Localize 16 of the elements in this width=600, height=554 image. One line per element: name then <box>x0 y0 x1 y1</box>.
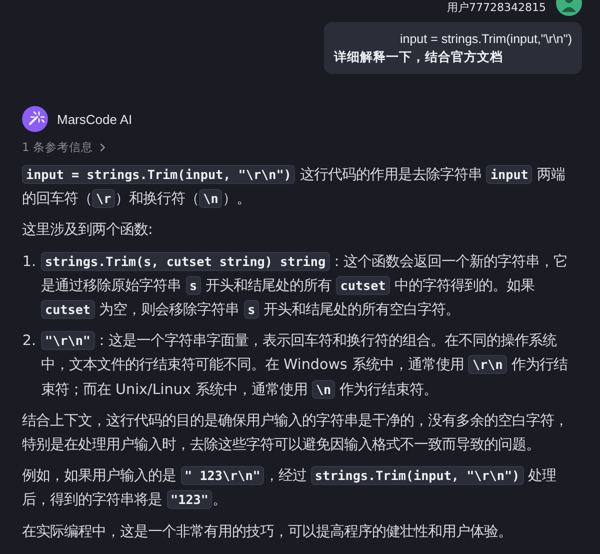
references-link[interactable]: 1 条参考信息 <box>22 140 106 155</box>
message-text: input = strings.Trim(input,"\r\n") <box>398 31 572 48</box>
paragraph: 例如，如果用户输入的是 " 123\r\n" ，经过 strings.Trim(input, "\r\n") 处理后，得到的字符串将是 "123" 。 <box>22 465 558 512</box>
list-number: 2. <box>22 332 36 352</box>
paragraph: 在实际编程中，这是一个非常有用的技巧，可以提高程序的健壮性和用户体验。 <box>22 522 513 542</box>
wand-icon <box>22 106 48 132</box>
paragraph: 这里涉及到两个函数: <box>22 221 154 240</box>
user-name: 用户77728342815 <box>447 1 546 15</box>
assistant-name: MarsCode AI <box>57 112 132 126</box>
chevron-right-icon <box>98 143 106 152</box>
paragraph: 结合上下文，这行代码的目的是确保用户输入的字符串是干净的，没有多余的空白字符，特别是在处理用户输入时，去除这些字符可以避免因输入格式不一致而导致的问题。 <box>22 412 569 456</box>
list-item-text: strings.Trim(s, cutset string) string ：这个函数会返回一个新的字符串，它是通过移除原始字符串 s 开头和结尾处的所有 cutset 中的字符得到的。如果 cutset 为空，则会移除字符串 s 开头和结尾处的所有空白字符。 <box>41 250 569 322</box>
message-text: 详细解释一下，结合官方文档 <box>334 49 504 66</box>
list-item-text: "\r\n" ：这是一个字符串字面量，表示回车符和换行符的组合。在不同的操作系统中，文本文件的行结束符可能不同。在 Windows 系统中，通常使用 \r\n 作为行结束符；而在 Unix/Linux 系统中，通常使用 \n 作为行结束符。 <box>41 330 568 401</box>
paragraph: input = strings.Trim(input, "\r\n") 这行代码的作用是去除字符串 input 两端的回车符（ \r ）和换行符（ \n ）。 <box>22 164 566 210</box>
list-number: 1. <box>22 252 36 272</box>
